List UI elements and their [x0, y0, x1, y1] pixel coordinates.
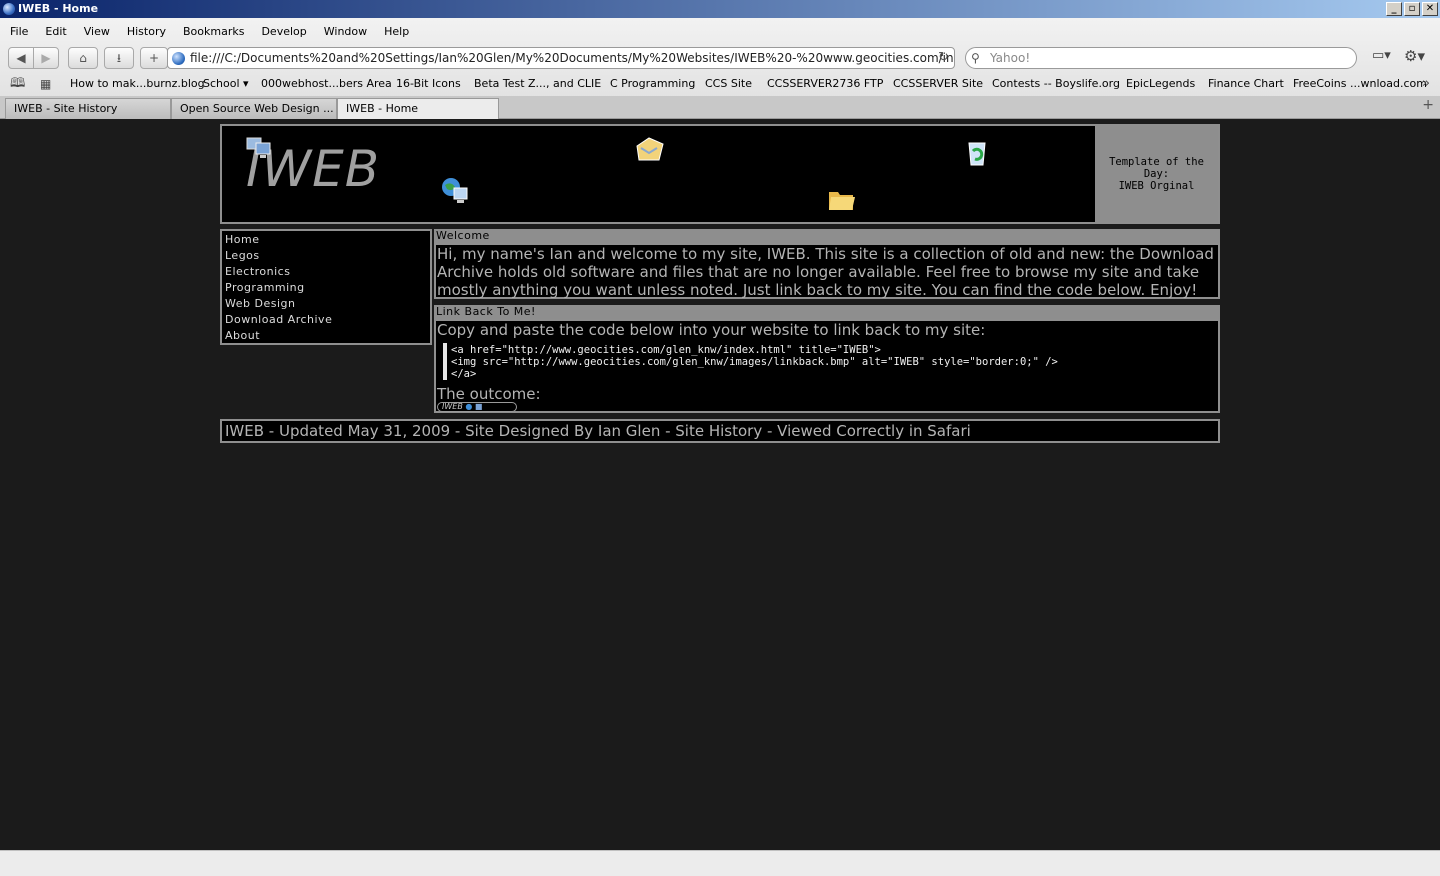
tab-iweb-home[interactable]: IWEB - Home: [337, 98, 499, 120]
navigation-toolbar: ◀ ▶ ⌂ ⭳ + file:///C:/Documents%20and%20S…: [0, 44, 1440, 72]
window-title: IWEB - Home: [18, 2, 99, 15]
site-nav-programming[interactable]: Programming: [225, 281, 305, 294]
footer-text: IWEB - Updated May 31, 2009 - Site Desig…: [225, 422, 971, 440]
bookmark-item[interactable]: 16-Bit Icons: [396, 73, 461, 95]
minimize-button[interactable]: _: [1386, 2, 1402, 16]
bookmarks-overflow-icon[interactable]: »: [1422, 73, 1430, 95]
bookmark-item[interactable]: CCS Site: [705, 73, 752, 95]
tab-strip: IWEB - Site History Open Source Web Desi…: [0, 96, 1440, 120]
grid-icon[interactable]: ▦: [40, 73, 51, 95]
new-tab-icon[interactable]: +: [1422, 97, 1434, 113]
bookmarks-bar: 🕮 ▦ How to mak...burnz.blog School ▾ 000…: [0, 73, 1440, 95]
template-label: Template of the Day:: [1109, 156, 1204, 180]
bookmark-item[interactable]: Beta Test Z..., and CLIE: [474, 73, 601, 95]
site-nav-electronics[interactable]: Electronics: [225, 265, 290, 278]
bookmark-item[interactable]: Contests -- Boyslife.org: [992, 73, 1120, 95]
site-nav-home[interactable]: Home: [225, 233, 259, 246]
bookmark-item[interactable]: FreeCoins ...wnload.com: [1293, 73, 1427, 95]
globe-icon: [172, 52, 185, 65]
bookmark-item[interactable]: C Programming: [610, 73, 695, 95]
book-icon[interactable]: 🕮: [10, 73, 25, 95]
menu-help[interactable]: Help: [374, 22, 416, 42]
menu-history[interactable]: History: [117, 22, 173, 42]
bookmark-item[interactable]: CCSSERVER Site: [893, 73, 983, 95]
address-bar[interactable]: file:///C:/Documents%20and%20Settings/Ia…: [167, 47, 955, 69]
forward-button[interactable]: ▶: [33, 47, 59, 69]
settings-gear-icon[interactable]: ⚙▾: [1404, 47, 1425, 65]
code-line: <img src="http://www.geocities.com/glen_…: [451, 356, 1058, 368]
add-bookmark-button[interactable]: +: [140, 47, 168, 69]
menu-edit[interactable]: Edit: [35, 22, 73, 42]
tab-site-history[interactable]: IWEB - Site History: [5, 98, 171, 119]
linkback-badge[interactable]: IWEB ● ■: [437, 402, 517, 412]
recycle-bin-icon: [968, 142, 986, 166]
home-button[interactable]: ⌂: [68, 47, 98, 69]
page-menu-icon[interactable]: ▭▾: [1372, 48, 1391, 63]
menu-file[interactable]: File: [0, 22, 35, 42]
bookmark-item[interactable]: School ▾: [203, 73, 249, 95]
browser-app-icon: [3, 3, 15, 15]
bookmark-item[interactable]: Finance Chart: [1208, 73, 1284, 95]
bookmark-button[interactable]: ⭳: [104, 47, 134, 69]
back-button[interactable]: ◀: [8, 47, 34, 69]
maximize-button[interactable]: ▫: [1404, 2, 1420, 16]
code-line: <a href="http://www.geocities.com/glen_k…: [451, 344, 881, 356]
badge-globe-icon: ●: [465, 402, 473, 411]
site-nav-web-design[interactable]: Web Design: [225, 297, 295, 310]
welcome-text: Hi, my name's Ian and welcome to my site…: [437, 245, 1214, 299]
menu-view[interactable]: View: [74, 22, 117, 42]
menu-window[interactable]: Window: [314, 22, 374, 42]
tab-open-source-web-design[interactable]: Open Source Web Design ...: [171, 98, 337, 119]
bookmark-item[interactable]: EpicLegends: [1126, 73, 1195, 95]
globe-computer-icon: [442, 178, 468, 203]
template-of-day-box: Template of the Day: IWEB Orginal: [1095, 126, 1218, 222]
status-bar: [0, 850, 1440, 876]
search-placeholder: Yahoo!: [990, 51, 1031, 65]
site-nav-legos[interactable]: Legos: [225, 249, 260, 262]
menu-develop[interactable]: Develop: [251, 22, 313, 42]
bookmark-item[interactable]: How to mak...burnz.blog: [70, 73, 205, 95]
menu-bar: File Edit View History Bookmarks Develop…: [0, 22, 416, 42]
window-title-bar: IWEB - Home _ ▫ ✕: [0, 0, 1440, 18]
close-button[interactable]: ✕: [1422, 2, 1438, 16]
network-computers-icon: [246, 137, 271, 158]
code-block-bar: [443, 343, 447, 380]
site-nav-about[interactable]: About: [225, 329, 260, 342]
template-name: IWEB Orginal: [1118, 180, 1195, 192]
bookmark-item[interactable]: CCSSERVER2736 FTP: [767, 73, 883, 95]
site-nav-download-archive[interactable]: Download Archive: [225, 313, 332, 326]
linkback-intro: Copy and paste the code below into your …: [437, 321, 986, 339]
linkback-badge-text: IWEB: [442, 402, 463, 411]
search-input[interactable]: ⚲ Yahoo!: [965, 47, 1357, 69]
welcome-header: Welcome: [434, 229, 1220, 243]
reload-icon[interactable]: ↻: [938, 48, 949, 68]
search-icon: ⚲: [971, 51, 980, 65]
bookmark-item[interactable]: 000webhost...bers Area: [261, 73, 392, 95]
envelope-folder-icon: [636, 137, 664, 161]
open-folder-icon: [829, 192, 855, 210]
badge-computer-icon: ■: [474, 402, 483, 411]
outcome-label: The outcome:: [437, 385, 541, 403]
linkback-header: Link Back To Me!: [434, 305, 1220, 319]
code-line: </a>: [451, 368, 477, 380]
menu-bookmarks[interactable]: Bookmarks: [173, 22, 251, 42]
address-text: file:///C:/Documents%20and%20Settings/Ia…: [190, 51, 955, 65]
